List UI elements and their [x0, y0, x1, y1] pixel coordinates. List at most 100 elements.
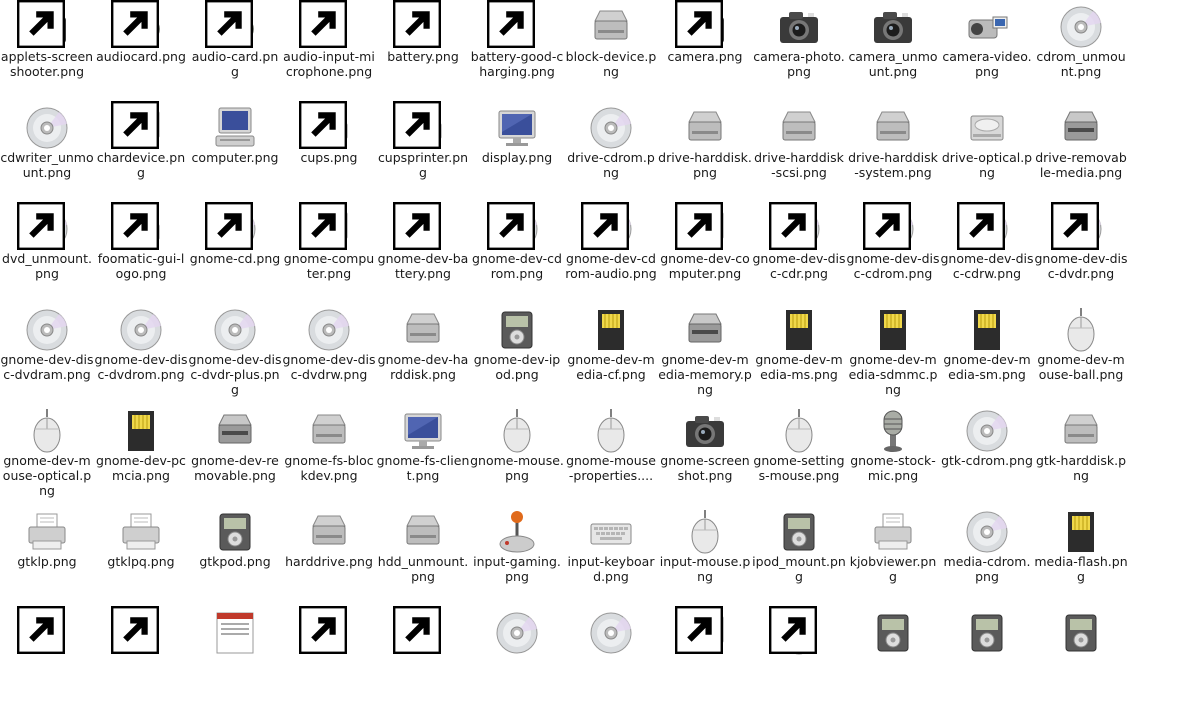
- file-item[interactable]: [658, 606, 752, 707]
- file-item[interactable]: gnome-computer.png: [282, 202, 376, 303]
- file-item[interactable]: +gnome-dev-battery.png: [376, 202, 470, 303]
- file-item[interactable]: gnome-dev-disc-dvdr-plus.png: [188, 303, 282, 404]
- file-item[interactable]: gnome-dev-disc-dvdrom.png: [94, 303, 188, 404]
- file-item[interactable]: gnome-fs-blockdev.png: [282, 404, 376, 505]
- file-item[interactable]: [1034, 606, 1128, 707]
- file-item[interactable]: input-gaming.png: [470, 505, 564, 606]
- file-item[interactable]: gnome-dev-cdrom-audio.png: [564, 202, 658, 303]
- file-item[interactable]: gnome-stock-mic.png: [846, 404, 940, 505]
- file-item[interactable]: camera_unmount.png: [846, 0, 940, 101]
- file-item[interactable]: drive-harddisk-system.png: [846, 101, 940, 202]
- file-item[interactable]: [94, 606, 188, 707]
- file-item[interactable]: gnome-dev-media-ms.png: [752, 303, 846, 404]
- file-item[interactable]: audiocard.png: [94, 0, 188, 101]
- file-item[interactable]: dvd_unmount.png: [0, 202, 94, 303]
- file-name: gnome-dev-media-sm.png: [943, 352, 1031, 382]
- file-item[interactable]: audio-input-microphone.png: [282, 0, 376, 101]
- file-item[interactable]: [470, 606, 564, 707]
- file-item[interactable]: camera-photo.png: [752, 0, 846, 101]
- file-item[interactable]: +battery-good-charging.png: [470, 0, 564, 101]
- file-item[interactable]: [564, 606, 658, 707]
- file-item[interactable]: hdd_unmount.png: [376, 505, 470, 606]
- file-item[interactable]: gnome-dev-disc-cdr.png: [752, 202, 846, 303]
- file-item[interactable]: gnome-fs-client.png: [376, 404, 470, 505]
- file-item[interactable]: drive-harddisk.png: [658, 101, 752, 202]
- file-item[interactable]: gnome-dev-media-sm.png: [940, 303, 1034, 404]
- file-item[interactable]: display.png: [470, 101, 564, 202]
- file-item[interactable]: gnome-dev-media-cf.png: [564, 303, 658, 404]
- file-item[interactable]: +battery.png: [376, 0, 470, 101]
- file-item[interactable]: drive-harddisk-scsi.png: [752, 101, 846, 202]
- file-item[interactable]: gnome-dev-media-memory.png: [658, 303, 752, 404]
- file-item[interactable]: gnome-dev-harddisk.png: [376, 303, 470, 404]
- file-item[interactable]: computer.png: [188, 101, 282, 202]
- file-item[interactable]: gtk-cdrom.png: [940, 404, 1034, 505]
- file-item[interactable]: gnome-dev-mouse-optical.png: [0, 404, 94, 505]
- file-item[interactable]: gnome-dev-cdrom.png: [470, 202, 564, 303]
- printer-icon: [23, 508, 71, 556]
- file-item[interactable]: gnome-mouse.png: [470, 404, 564, 505]
- file-item[interactable]: gnome-dev-disc-cdrom.png: [846, 202, 940, 303]
- file-item[interactable]: gnome-settings-mouse.png: [752, 404, 846, 505]
- file-item[interactable]: gnome-dev-disc-cdrw.png: [940, 202, 1034, 303]
- file-item[interactable]: drive-removable-media.png: [1034, 101, 1128, 202]
- file-name: gnome-screenshot.png: [660, 453, 750, 483]
- optical-drive-icon: [963, 104, 1011, 152]
- file-item[interactable]: gnome-dev-disc-dvdr.png: [1034, 202, 1128, 303]
- file-item[interactable]: [0, 606, 94, 707]
- file-item[interactable]: [940, 606, 1034, 707]
- file-item[interactable]: [282, 606, 376, 707]
- file-item[interactable]: gnome-dev-disc-dvdram.png: [0, 303, 94, 404]
- file-item[interactable]: gtkpod.png: [188, 505, 282, 606]
- mouse-icon: [775, 407, 823, 455]
- file-item[interactable]: drive-cdrom.png: [564, 101, 658, 202]
- file-item[interactable]: gnome-dev-disc-dvdrw.png: [282, 303, 376, 404]
- file-item[interactable]: ipod_mount.png: [752, 505, 846, 606]
- file-name: audio-input-microphone.png: [283, 49, 375, 79]
- disc-icon: [305, 306, 353, 354]
- file-item[interactable]: gnome-cd.png: [188, 202, 282, 303]
- file-item[interactable]: media-cdrom.png: [940, 505, 1034, 606]
- file-item[interactable]: [846, 606, 940, 707]
- ipod-icon: [869, 609, 917, 657]
- file-item[interactable]: input-mouse.png: [658, 505, 752, 606]
- file-item[interactable]: cupsprinter.png: [376, 101, 470, 202]
- file-item[interactable]: [188, 606, 282, 707]
- file-item[interactable]: gnome-dev-pcmcia.png: [94, 404, 188, 505]
- file-item[interactable]: [376, 606, 470, 707]
- file-item[interactable]: applets-screenshooter.png: [0, 0, 94, 101]
- file-item[interactable]: foomatic-gui-logo.png: [94, 202, 188, 303]
- file-item[interactable]: gnome-dev-ipod.png: [470, 303, 564, 404]
- file-item[interactable]: gnome-dev-media-sdmmc.png: [846, 303, 940, 404]
- file-item[interactable]: [752, 606, 846, 707]
- file-item[interactable]: audio-card.png: [188, 0, 282, 101]
- file-item[interactable]: gtk-harddisk.png: [1034, 404, 1128, 505]
- file-item[interactable]: gnome-dev-computer.png: [658, 202, 752, 303]
- battery-icon: +: [393, 0, 447, 51]
- file-name: gnome-dev-harddisk.png: [377, 352, 469, 382]
- harddisk-icon: [305, 407, 353, 455]
- file-item[interactable]: gtklp.png: [0, 505, 94, 606]
- disc-icon: [587, 609, 635, 657]
- file-item[interactable]: kjobviewer.png: [846, 505, 940, 606]
- file-item[interactable]: media-flash.png: [1034, 505, 1128, 606]
- file-name: gnome-dev-pcmcia.png: [96, 453, 186, 483]
- file-item[interactable]: cdwriter_unmount.png: [0, 101, 94, 202]
- file-item[interactable]: harddrive.png: [282, 505, 376, 606]
- file-item[interactable]: gtklpq.png: [94, 505, 188, 606]
- file-item[interactable]: gnome-dev-mouse-ball.png: [1034, 303, 1128, 404]
- symlink-arrow-icon: [863, 202, 911, 250]
- file-item[interactable]: camera-video.png: [940, 0, 1034, 101]
- file-item[interactable]: cdrom_unmount.png: [1034, 0, 1128, 101]
- file-item[interactable]: camera.png: [658, 0, 752, 101]
- file-item[interactable]: gnome-dev-removable.png: [188, 404, 282, 505]
- file-item[interactable]: input-keyboard.png: [564, 505, 658, 606]
- file-item[interactable]: gnome-screenshot.png: [658, 404, 752, 505]
- monitor-icon: [299, 202, 353, 253]
- file-item[interactable]: cups.png: [282, 101, 376, 202]
- file-item[interactable]: block-device.png: [564, 0, 658, 101]
- file-item[interactable]: drive-optical.png: [940, 101, 1034, 202]
- file-item[interactable]: chardevice.png: [94, 101, 188, 202]
- file-item[interactable]: gnome-mouse-properties....: [564, 404, 658, 505]
- harddisk-icon: [681, 104, 729, 152]
